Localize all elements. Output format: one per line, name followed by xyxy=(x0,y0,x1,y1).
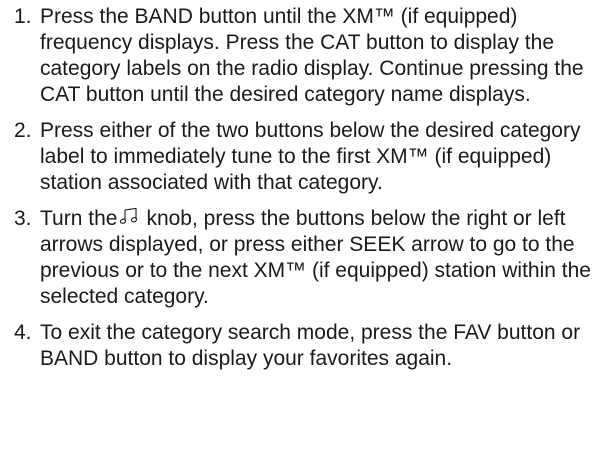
step-text: Turn the knob, press the buttons below t… xyxy=(40,206,593,310)
step-2: 2. Press either of the two buttons below… xyxy=(14,118,593,196)
instruction-page: 1. Press the BAND button until the XM™ (… xyxy=(0,0,601,468)
step-4: 4. To exit the category search mode, pre… xyxy=(14,320,593,372)
step-number: 3. xyxy=(14,207,32,230)
step-number: 4. xyxy=(14,321,32,344)
step-text: To exit the category search mode, press … xyxy=(40,321,581,370)
step-text-before: Turn the xyxy=(40,207,118,230)
step-3: 3. Turn the knob, press the buttons belo… xyxy=(14,206,593,310)
step-number: 2. xyxy=(14,119,32,142)
step-number: 1. xyxy=(14,5,32,28)
step-text: Press either of the two buttons below th… xyxy=(40,119,581,194)
step-1: 1. Press the BAND button until the XM™ (… xyxy=(14,4,593,108)
step-text: Press the BAND button until the XM™ (if … xyxy=(40,5,584,106)
music-note-knob-icon xyxy=(119,207,143,225)
